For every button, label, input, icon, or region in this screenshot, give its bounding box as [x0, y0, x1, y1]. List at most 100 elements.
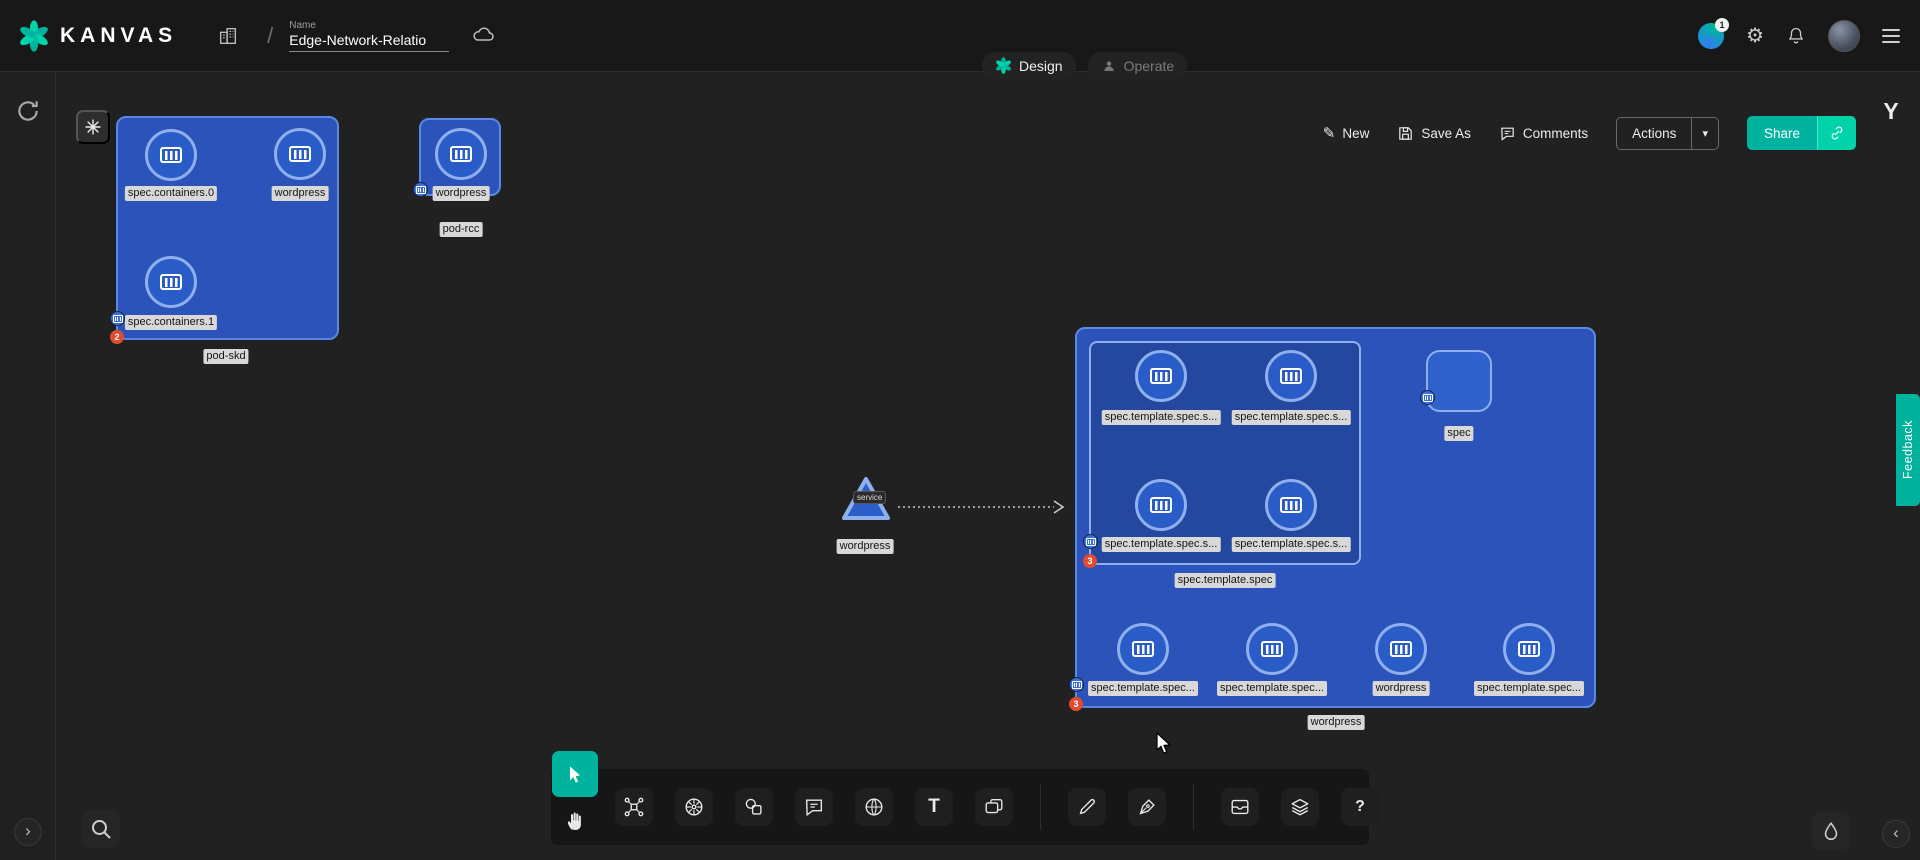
- settings-button[interactable]: ⚙: [1746, 23, 1764, 48]
- spec-node[interactable]: [1426, 350, 1492, 412]
- logo-text: KANVAS: [60, 24, 177, 48]
- layers-icon: [1289, 796, 1311, 818]
- layers-tool[interactable]: [1281, 788, 1319, 826]
- pod-skd-group[interactable]: spec.containers.0 wordpress spec.contain…: [116, 116, 339, 340]
- comments-label: Comments: [1523, 126, 1588, 141]
- sync-icon: [15, 98, 41, 124]
- pan-tool[interactable]: [559, 804, 593, 838]
- container-node[interactable]: [1135, 350, 1187, 402]
- node-label: wordpress: [1373, 681, 1430, 696]
- user-avatar[interactable]: [1828, 20, 1860, 52]
- error-count-badge: 2: [110, 330, 124, 344]
- caret-down-icon: ▾: [1702, 127, 1708, 140]
- chevron-left-icon: ‹: [1893, 823, 1899, 843]
- container-count-badge: [1420, 390, 1435, 405]
- shapes-tool[interactable]: [735, 788, 773, 826]
- container-icon: [450, 146, 472, 162]
- comment-icon: [1499, 125, 1516, 142]
- container-icon: [1280, 368, 1302, 384]
- container-node[interactable]: [435, 128, 487, 180]
- container-icon: [416, 186, 426, 194]
- design-name-input[interactable]: [289, 32, 449, 52]
- actions-dropdown[interactable]: ▾: [1691, 118, 1718, 149]
- container-count-badge: [1069, 677, 1084, 692]
- components-shortcut-button[interactable]: [76, 110, 110, 144]
- container-node[interactable]: [1246, 623, 1298, 675]
- catalog-button[interactable]: [217, 25, 239, 47]
- comment-icon: [803, 796, 825, 818]
- mode-tabs: Design Operate: [982, 52, 1187, 79]
- kubernetes-tool[interactable]: [675, 788, 713, 826]
- flowchart-icon: [623, 796, 645, 818]
- drawer-tool[interactable]: [1221, 788, 1259, 826]
- save-status-button[interactable]: [471, 24, 495, 48]
- app-header: KANVAS / Name: [0, 0, 1920, 72]
- notifications-button[interactable]: [1786, 26, 1806, 46]
- dock-divider: [1040, 784, 1041, 830]
- link-icon: [1829, 125, 1845, 141]
- edit-tool[interactable]: [1068, 788, 1106, 826]
- container-node[interactable]: [1265, 350, 1317, 402]
- building-icon: [217, 25, 239, 47]
- container-node[interactable]: [274, 128, 326, 180]
- tab-design[interactable]: Design: [982, 52, 1076, 79]
- node-label: spec: [1444, 426, 1473, 441]
- container-count-badge: [413, 182, 428, 197]
- left-rail: ›: [0, 72, 56, 860]
- shapes-icon: [743, 796, 765, 818]
- container-icon: [160, 274, 182, 290]
- copy-link-button[interactable]: [1817, 116, 1856, 150]
- media-tool[interactable]: [975, 788, 1013, 826]
- help-button[interactable]: ?: [1341, 788, 1379, 826]
- feedback-tab[interactable]: Feedback: [1896, 394, 1920, 506]
- container-node[interactable]: [1265, 479, 1317, 531]
- select-tool[interactable]: [552, 751, 598, 797]
- bell-icon: [1786, 26, 1806, 46]
- pen-tool[interactable]: [1128, 788, 1166, 826]
- extensions-button[interactable]: 1: [1698, 23, 1724, 49]
- theme-button[interactable]: [1812, 812, 1850, 850]
- kanvas-logo[interactable]: KANVAS: [18, 20, 177, 52]
- actions-button[interactable]: Actions ▾: [1616, 117, 1719, 150]
- container-count-badge: [1083, 534, 1098, 549]
- ink-drop-icon: [1820, 820, 1842, 842]
- tool-dock: T: [551, 769, 1369, 845]
- kubernetes-icon: [683, 796, 705, 818]
- pod-template-group[interactable]: spec.template.spec.s... spec.template.sp…: [1089, 341, 1361, 565]
- extensions-badge: 1: [1715, 18, 1729, 32]
- container-node[interactable]: [145, 256, 197, 308]
- sticker-tool[interactable]: [855, 788, 893, 826]
- container-icon: [113, 315, 123, 323]
- container-node[interactable]: [145, 129, 197, 181]
- expand-left-panel-button[interactable]: ›: [14, 818, 42, 846]
- node-label: spec.template.spec.s...: [1232, 410, 1351, 425]
- drawer-icon: [1229, 796, 1251, 818]
- node-label: spec.template.spec.s...: [1232, 537, 1351, 552]
- share-button[interactable]: Share: [1747, 116, 1817, 150]
- container-icon: [1423, 394, 1433, 402]
- container-icon: [1072, 681, 1082, 689]
- tab-operate[interactable]: Operate: [1088, 52, 1188, 79]
- comment-tool[interactable]: [795, 788, 833, 826]
- flowchart-tool[interactable]: [615, 788, 653, 826]
- service-to-deployment-edge[interactable]: [896, 496, 1072, 518]
- new-button[interactable]: ✎ New: [1323, 124, 1370, 142]
- container-icon: [1150, 368, 1172, 384]
- container-icon: [1280, 497, 1302, 513]
- container-node[interactable]: [1503, 623, 1555, 675]
- zoom-button[interactable]: [82, 810, 120, 848]
- container-node[interactable]: [1117, 623, 1169, 675]
- pod-rcc-group[interactable]: wordpress pod-rcc: [419, 118, 501, 196]
- container-node[interactable]: [1135, 479, 1187, 531]
- container-node[interactable]: [1375, 623, 1427, 675]
- new-label: New: [1342, 126, 1369, 141]
- deployment-group[interactable]: spec.template.spec.s... spec.template.sp…: [1075, 327, 1596, 708]
- sync-button[interactable]: [15, 98, 41, 129]
- comments-button[interactable]: Comments: [1499, 125, 1588, 142]
- text-tool[interactable]: T: [915, 788, 953, 826]
- node-label: wordpress: [272, 186, 329, 201]
- save-as-button[interactable]: Save As: [1397, 125, 1471, 142]
- menu-button[interactable]: [1882, 29, 1900, 43]
- design-canvas[interactable]: Y ✎ New Save As Comments: [56, 72, 1920, 860]
- expand-right-panel-button[interactable]: ‹: [1882, 820, 1910, 848]
